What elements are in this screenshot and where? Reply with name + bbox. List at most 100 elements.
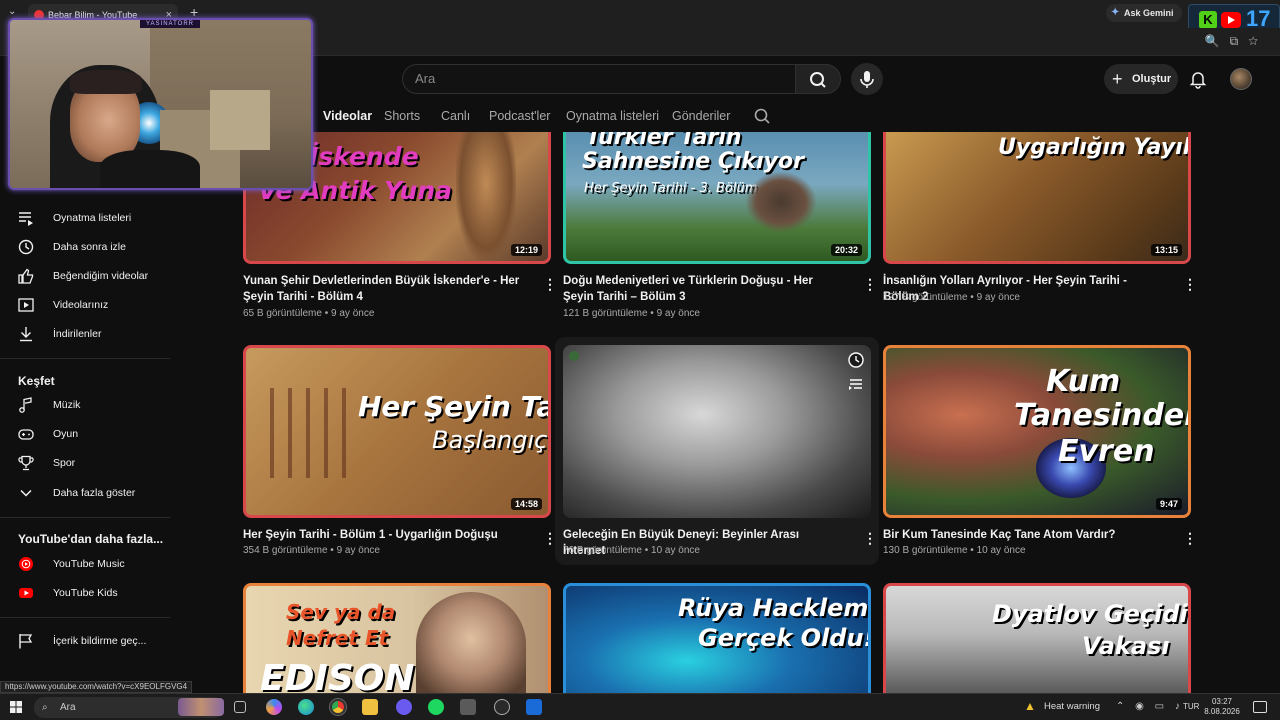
thumbnail-text: Her Şeyin Tarihi — [358, 390, 548, 423]
video-duration: 12:19 — [510, 244, 542, 256]
notifications-icon[interactable] — [1253, 701, 1267, 713]
clock-date: 8.08.2026 — [1204, 707, 1240, 716]
voice-search-button[interactable] — [851, 63, 883, 95]
clock-icon — [18, 239, 34, 255]
notifications-bell-icon[interactable] — [1188, 69, 1208, 89]
upload-age: 9 ay önce — [656, 308, 700, 319]
obs-icon[interactable] — [494, 699, 510, 715]
media-app-icon[interactable] — [526, 699, 542, 715]
video-thumbnail[interactable]: Uygarlığın Yayılışı 13:15 — [883, 132, 1191, 264]
tab-videolar[interactable]: Videolar — [323, 109, 372, 123]
more-options-icon[interactable] — [863, 530, 871, 546]
more-options-icon[interactable] — [543, 276, 551, 292]
discord-icon[interactable] — [396, 699, 412, 715]
create-button[interactable]: + Oluştur — [1104, 64, 1178, 94]
tab-list-icon[interactable]: ⌄ — [8, 6, 16, 17]
zoom-icon[interactable]: 🔍 — [1205, 34, 1230, 48]
tab-canli[interactable]: Canlı — [441, 109, 470, 123]
more-options-icon[interactable] — [1183, 276, 1191, 292]
sidebar-item-playlists[interactable]: Oynatma listeleri — [0, 204, 172, 232]
sidebar-section-more-from-youtube: YouTube'dan daha fazla... — [18, 532, 164, 546]
search-button[interactable] — [795, 64, 841, 94]
create-label: Oluştur — [1132, 73, 1172, 85]
search-icon — [810, 72, 826, 88]
input-language[interactable]: TUR — [1183, 702, 1199, 711]
ask-gemini-button[interactable]: Ask Gemini — [1106, 4, 1182, 22]
sidebar-item-label: Videolarınız — [53, 299, 109, 311]
sidebar-item-label: Beğendiğim videolar — [53, 270, 149, 282]
weather-warning[interactable]: Heat warning — [1024, 699, 1100, 713]
spotify-icon[interactable] — [428, 699, 444, 715]
flag-icon — [19, 634, 33, 649]
tab-posts[interactable]: Gönderiler — [672, 109, 730, 123]
thumbnail-text: Dyatlov Geçidi — [992, 600, 1188, 628]
more-options-icon[interactable] — [1183, 530, 1191, 546]
video-title[interactable]: Doğu Medeniyetleri ve Türklerin Doğuşu -… — [563, 273, 843, 305]
view-count: 121 B görüntüleme — [563, 308, 648, 319]
video-duration: 9:47 — [1155, 498, 1182, 510]
video-thumbnail[interactable]: Her Şeyin Tarihi Başlangıç 14:58 — [243, 345, 551, 518]
channel-search-icon[interactable] — [753, 107, 771, 125]
sidebar-item-watch-later[interactable]: Daha sonra izle — [0, 233, 172, 261]
more-options-icon[interactable] — [543, 530, 551, 546]
sidebar-divider — [0, 358, 170, 359]
sidebar-item-your-videos[interactable]: Videolarınız — [0, 291, 172, 319]
more-options-icon[interactable] — [863, 276, 871, 292]
thumbnail-text: Tanesindeki — [1014, 398, 1188, 433]
add-to-queue-icon[interactable] — [847, 375, 865, 393]
sidebar-item-youtube-kids[interactable]: YouTube Kids — [0, 579, 172, 607]
tab-podcasts[interactable]: Podcast'ler — [489, 109, 550, 123]
watch-later-icon[interactable] — [847, 351, 865, 369]
sidebar-item-show-more[interactable]: Daha fazla göster — [0, 479, 172, 507]
sidebar-item-liked[interactable]: Beğendiğim videolar — [0, 262, 172, 290]
sidebar-item-music[interactable]: Müzik — [0, 391, 172, 419]
task-view-icon[interactable] — [234, 701, 246, 713]
sidebar-item-downloads[interactable]: İndirilenler — [0, 320, 172, 348]
video-title[interactable]: Yunan Şehir Devletlerinden Büyük İskende… — [243, 273, 523, 305]
channel-watermark-icon — [569, 351, 579, 361]
thumbnail-text: Nefret Et — [286, 626, 389, 650]
search-icon: ⌕ — [42, 702, 48, 713]
video-thumbnail[interactable]: Türkler Tarih Sahnesine Çıkıyor Her Şeyi… — [563, 132, 871, 264]
windows-start-icon[interactable] — [10, 701, 22, 713]
video-thumbnail[interactable]: Kum Tanesindeki Evren 9:47 — [883, 345, 1191, 518]
app-icon[interactable] — [460, 699, 476, 715]
thumbnail-text: Uygarlığın Yayılışı — [998, 135, 1191, 160]
video-thumbnail[interactable]: Sev ya da Nefret Et EDISON — [243, 583, 551, 693]
upload-age: 10 ay önce — [976, 545, 1026, 556]
thumbs-up-icon — [18, 268, 34, 284]
bookmark-star-icon[interactable]: ☆ — [1248, 34, 1268, 48]
taskbar-search[interactable]: ⌕ Ara — [34, 697, 224, 718]
video-title[interactable]: Her Şeyin Tarihi - Bölüm 1 - Uygarlığın … — [243, 527, 523, 543]
edge-icon[interactable] — [298, 699, 314, 715]
upload-age: 10 ay önce — [651, 545, 700, 556]
sidebar-item-label: YouTube Music — [53, 558, 125, 570]
windows-taskbar: ⌕ Ara Heat warning ⌃ ◉ ▭ ♪ TUR 03:27 8.0… — [0, 693, 1280, 720]
tab-playlists[interactable]: Oynatma listeleri — [566, 109, 659, 123]
video-title[interactable]: Bir Kum Tanesinde Kaç Tane Atom Vardır? — [883, 527, 1163, 543]
copilot-icon[interactable] — [266, 699, 282, 715]
sidebar-item-sports[interactable]: Spor — [0, 449, 172, 477]
taskbar-search-label: Ara — [60, 702, 76, 713]
tab-shorts[interactable]: Shorts — [384, 109, 420, 123]
file-explorer-icon[interactable] — [362, 699, 378, 715]
avatar[interactable] — [1230, 68, 1252, 90]
statue-illustration — [456, 132, 516, 260]
sidebar-item-youtube-music[interactable]: YouTube Music — [0, 550, 172, 578]
sidebar-item-report-history[interactable]: İçerik bildirme geç... — [0, 627, 172, 655]
chrome-icon[interactable] — [330, 699, 346, 715]
chevron-down-icon — [20, 489, 32, 497]
thumbnail-text: Kum — [1046, 364, 1121, 399]
thumbnail-text: Başlangıç — [432, 426, 548, 454]
video-preview[interactable] — [563, 345, 871, 518]
video-card-hovered[interactable]: Geleceğin En Büyük Deneyi: Beyinler Aras… — [555, 337, 879, 565]
install-icon[interactable]: ⧉ — [1230, 34, 1249, 48]
sidebar-item-gaming[interactable]: Oyun — [0, 420, 172, 448]
search-input[interactable]: Ara — [402, 64, 796, 94]
clock[interactable]: 03:27 8.08.2026 — [1200, 697, 1244, 717]
upload-age: 9 ay önce — [336, 545, 380, 556]
video-thumbnail[interactable]: Rüya Hackleme Gerçek Oldu! — [563, 583, 871, 693]
video-thumbnail[interactable]: Dyatlov Geçidi Vakası — [883, 583, 1191, 693]
upload-age: 9 ay önce — [976, 292, 1020, 303]
system-tray-icons[interactable]: ⌃ ◉ ▭ ♪ — [1116, 701, 1184, 712]
